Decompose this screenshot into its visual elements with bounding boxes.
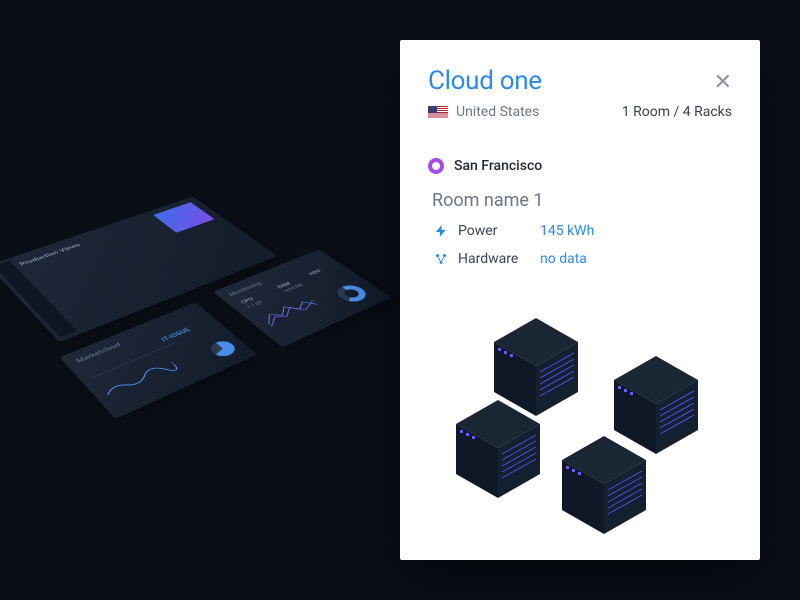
location-block: San Francisco Room name 1 Power 145 kWh … — [428, 158, 732, 267]
rooms-racks-meta: 1 Room / 4 Racks — [622, 104, 732, 120]
us-flag-icon — [428, 106, 448, 119]
bolt-icon — [434, 224, 448, 238]
location-header[interactable]: San Francisco — [428, 158, 732, 174]
server-racks-illustration — [400, 312, 760, 542]
hardware-value: no data — [540, 251, 587, 267]
server-cube-3 — [452, 398, 544, 502]
datacenter-card: Cloud one ✕ United States 1 Room / 4 Rac… — [400, 40, 760, 560]
server-cube-4 — [558, 434, 650, 538]
background-isometric-panels: Production Views Marketcloud IT-ISSUE Mo… — [0, 181, 459, 475]
bg-panel-title: Production Views — [19, 243, 83, 267]
location-pin-icon — [428, 158, 444, 174]
bg-donut-chart — [332, 282, 372, 304]
close-button[interactable]: ✕ — [714, 72, 732, 94]
location-city: San Francisco — [454, 158, 542, 174]
bg-pie-chart — [206, 338, 239, 359]
bg-panel-main: Production Views — [0, 196, 278, 342]
close-icon: ✕ — [714, 70, 732, 95]
bg-sidebar — [0, 260, 77, 337]
bg-sparkline — [101, 358, 179, 398]
country-row: United States — [428, 104, 539, 120]
bg-hdd-label: HDD — [307, 268, 322, 276]
room-block: Room name 1 Power 145 kWh Hardware no da… — [432, 190, 732, 267]
card-title: Cloud one — [428, 66, 542, 96]
bg-marketcloud-label: Marketcloud — [75, 341, 123, 364]
hardware-label: Hardware — [458, 251, 530, 267]
bg-monitoring-label: Monitoring — [227, 281, 263, 298]
stat-row-hardware[interactable]: Hardware no data — [434, 251, 732, 267]
room-name: Room name 1 — [432, 190, 732, 211]
hardware-icon — [434, 252, 448, 266]
country-name: United States — [456, 104, 539, 120]
stat-row-power[interactable]: Power 145 kWh — [434, 223, 732, 239]
bg-issue-label: IT-ISSUE — [160, 327, 192, 343]
bg-monitoring-sparkline — [256, 294, 322, 329]
power-label: Power — [458, 223, 530, 239]
power-value: 145 kWh — [540, 223, 594, 239]
